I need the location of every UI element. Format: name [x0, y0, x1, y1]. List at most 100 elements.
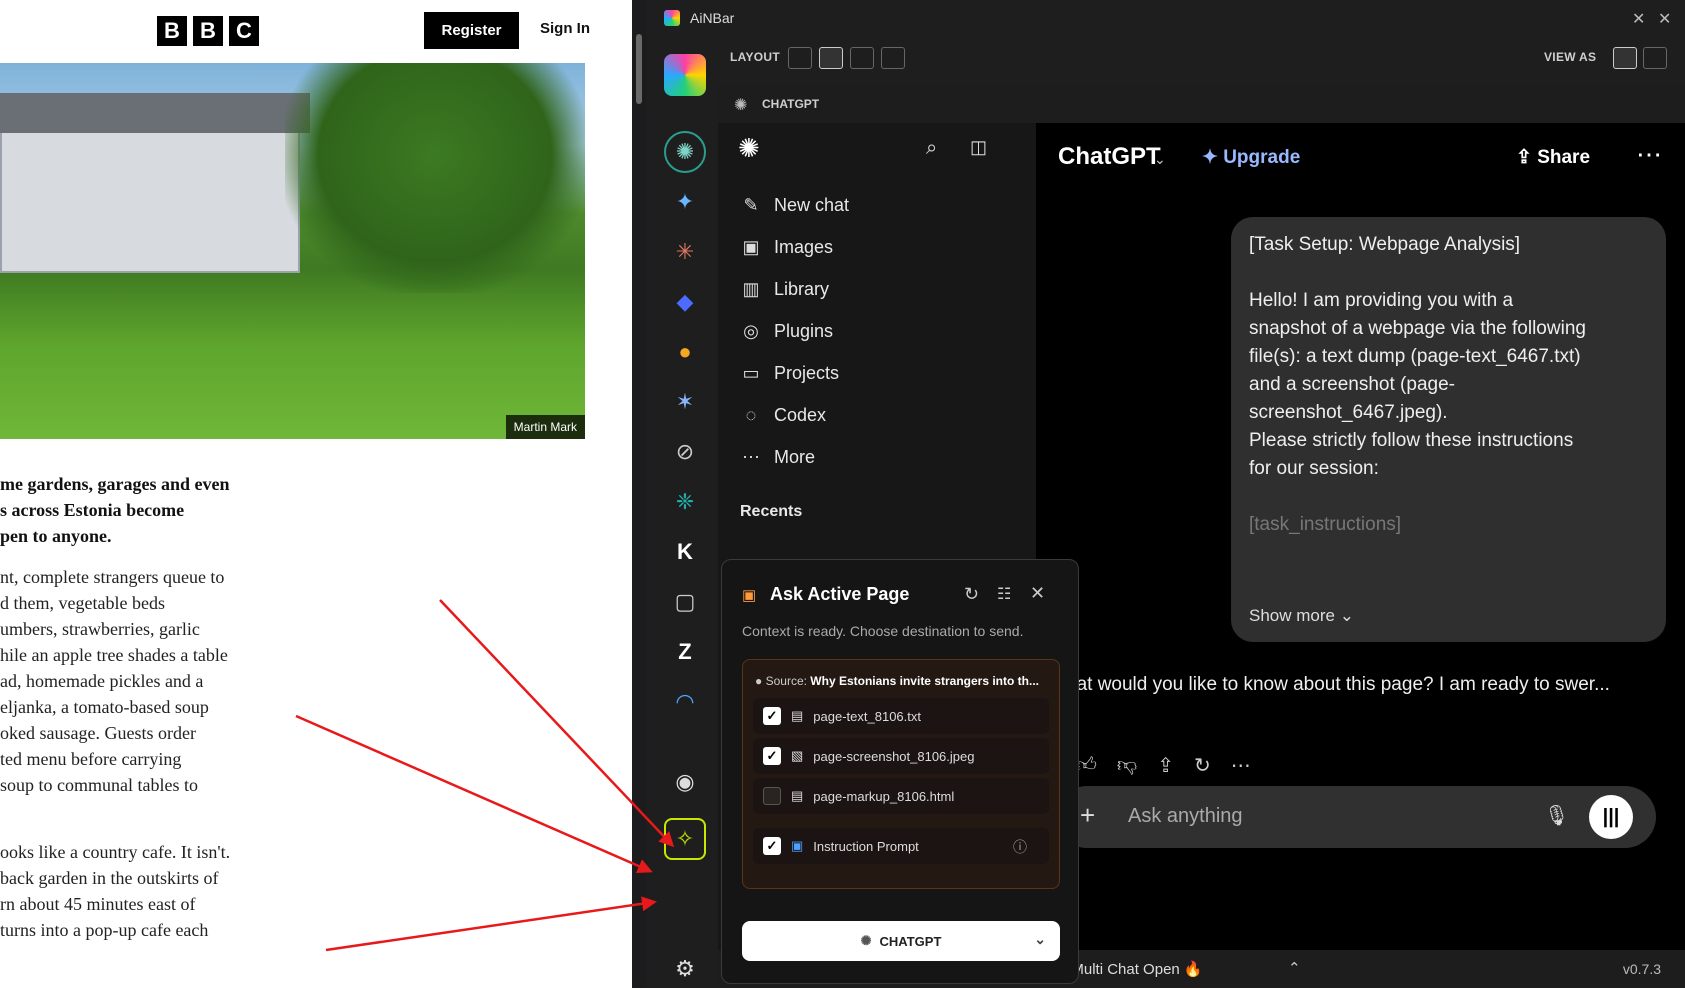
chat-input[interactable]: + Ask anything 🎙︎ ||| — [1056, 786, 1656, 848]
show-more-label: Show more — [1249, 606, 1335, 625]
message-line: for our session: — [1249, 458, 1379, 479]
sidebar-item-images[interactable]: ▣ Images — [740, 237, 833, 258]
message-line — [1249, 483, 1648, 511]
tree-image-shape — [285, 63, 585, 293]
chat-input-placeholder: Ask anything — [1128, 805, 1243, 827]
sidebar-item-label: New chat — [774, 195, 850, 215]
source-icon: ● — [755, 674, 763, 688]
view-window-button[interactable] — [1643, 47, 1667, 69]
layout-split-button[interactable] — [819, 47, 843, 69]
send-destination-button[interactable]: ✺ CHATGPT ⌄ — [742, 921, 1060, 961]
chatgpt-icon[interactable]: ✺ — [664, 131, 706, 173]
checkbox-checked[interactable]: ✓ — [763, 747, 781, 765]
ainbar-home-icon[interactable] — [664, 54, 706, 96]
model-selector[interactable]: ChatGPT — [1058, 143, 1161, 171]
share-icon[interactable]: ⇪ — [1157, 753, 1174, 778]
refresh-icon[interactable]: ↻ — [964, 584, 979, 605]
lead-line: me gardens, garages and even — [0, 474, 230, 494]
claude-icon[interactable]: ✳ — [664, 231, 706, 273]
deepseek-icon[interactable]: ◆ — [664, 281, 706, 323]
thumbs-down-icon[interactable]: 👎︎ — [1117, 753, 1137, 778]
thumbs-up-icon[interactable]: 👍︎ — [1076, 753, 1097, 778]
sidebar-item-plugins[interactable]: ◎ Plugins — [740, 321, 833, 342]
ask-active-page-icon[interactable]: ✧ — [664, 818, 706, 860]
instruction-row[interactable]: ✓ ▣ Instruction Prompt ⓘ — [753, 828, 1049, 864]
chevron-down-icon[interactable]: ⌄ — [1034, 931, 1046, 948]
bbc-logo[interactable]: B B C — [157, 16, 259, 46]
add-page-icon[interactable]: ▢ — [664, 581, 706, 623]
source-label: Source: — [765, 674, 807, 688]
register-button[interactable]: Register — [424, 12, 519, 49]
file-name: page-markup_8106.html — [813, 788, 955, 804]
message-line: Please strictly follow these instruction… — [1249, 430, 1574, 451]
close-icon[interactable]: ✕ — [1658, 9, 1671, 29]
settings-icon[interactable]: ⚙ — [664, 948, 706, 990]
info-icon[interactable]: ⓘ — [1013, 837, 1027, 857]
sidebar-toggle-icon[interactable]: ◫ — [970, 137, 987, 158]
more-icon[interactable]: ⋯ — [1231, 753, 1251, 778]
sidebar-item-codex[interactable]: ◌ Codex — [740, 405, 826, 426]
microphone-icon[interactable]: 🎙︎ — [1544, 803, 1569, 828]
sign-in-link[interactable]: Sign In — [540, 20, 590, 37]
checkbox-checked[interactable]: ✓ — [763, 837, 781, 855]
sidebar-item-library[interactable]: ▥ Library — [740, 279, 829, 300]
search-icon[interactable]: ⌕ — [926, 137, 937, 160]
close-icon[interactable]: ✕ — [1030, 583, 1045, 604]
image-icon: ▧ — [791, 748, 804, 763]
openai-logo-icon[interactable]: ✺ — [738, 133, 760, 164]
pin-icon[interactable]: ✕ — [1632, 9, 1645, 29]
ainbar-logo-icon — [664, 10, 680, 26]
message-line: [task_instructions] — [1249, 514, 1402, 535]
show-more-button[interactable]: Show more ⌄ — [1249, 602, 1354, 630]
window-divider[interactable] — [632, 0, 646, 988]
file-row[interactable]: ✓ ▤ page-text_8106.txt — [753, 698, 1049, 734]
upgrade-button[interactable]: ✦ Upgrade — [1202, 146, 1300, 169]
layout-grid-button[interactable] — [881, 47, 905, 69]
file-row[interactable]: ▤ page-markup_8106.html — [753, 778, 1049, 814]
perplexity-alt-icon[interactable]: ❈ — [664, 481, 706, 523]
recents-heading: Recents — [740, 503, 803, 520]
sidebar-item-label: More — [774, 447, 816, 467]
plus-icon[interactable]: + — [1080, 800, 1095, 831]
gemini-icon[interactable]: ✦ — [664, 181, 706, 223]
perplexity-icon[interactable]: ✶ — [664, 381, 706, 423]
app-title: AiNBar — [690, 10, 735, 26]
chat-area: ChatGPT ⌄ ✦ Upgrade ⇪ Share ⋯ [Task Setu… — [1036, 123, 1685, 950]
view-split-button[interactable] — [1613, 47, 1637, 69]
popup-title: Ask Active Page — [770, 584, 910, 604]
layout-rows-button[interactable] — [850, 47, 874, 69]
wave-icon[interactable]: ◠ — [664, 681, 706, 723]
message-line: [Task Setup: Webpage Analysis] — [1249, 234, 1521, 255]
grok-icon[interactable]: ⊘ — [664, 431, 706, 473]
sidebar-item-projects[interactable]: ▭ Projects — [740, 363, 839, 384]
para-line: oked sausage. Guests order — [0, 723, 196, 743]
file-row[interactable]: ✓ ▧ page-screenshot_8106.jpeg — [753, 738, 1049, 774]
sidebar-item-new-chat[interactable]: ✎ New chat — [740, 195, 849, 216]
bbc-logo-c: C — [229, 16, 259, 46]
screenshot-icon[interactable]: ◉ — [664, 761, 706, 803]
view-as-label: VIEW AS — [1544, 50, 1597, 64]
para-line: back garden in the outskirts of — [0, 868, 219, 888]
kimi-icon[interactable]: K — [664, 531, 706, 573]
para-line: nt, complete strangers queue to — [0, 567, 225, 587]
scrollbar-thumb[interactable] — [636, 34, 642, 104]
voice-mode-icon[interactable]: ||| — [1589, 795, 1633, 839]
checkbox-checked[interactable]: ✓ — [763, 707, 781, 725]
chevron-down-icon[interactable]: ⌄ — [1154, 151, 1166, 168]
ask-active-page-popup: ▣ Ask Active Page ↻ ☷ ✕ Context is ready… — [721, 559, 1079, 984]
copilot-icon[interactable]: ● — [664, 331, 706, 373]
more-options-icon[interactable]: ⋯ — [1636, 139, 1662, 170]
layout-single-button[interactable] — [788, 47, 812, 69]
zai-icon[interactable]: Z — [664, 631, 706, 673]
panel-title: CHATGPT — [762, 97, 820, 111]
regenerate-icon[interactable]: ↻ — [1194, 753, 1211, 778]
popup-subtitle: Context is ready. Choose destination to … — [742, 623, 1024, 639]
chevron-up-icon[interactable]: ⌃ — [1288, 959, 1301, 977]
settings-sliders-icon[interactable]: ☷ — [997, 584, 1011, 604]
share-button[interactable]: ⇪ Share — [1516, 146, 1590, 169]
checkbox-unchecked[interactable] — [763, 787, 781, 805]
context-files-box: ● Source: Why Estonians invite strangers… — [742, 659, 1060, 889]
share-label: Share — [1537, 147, 1591, 168]
sidebar-item-more[interactable]: ⋯ More — [740, 447, 815, 468]
file-name: page-text_8106.txt — [813, 708, 921, 724]
